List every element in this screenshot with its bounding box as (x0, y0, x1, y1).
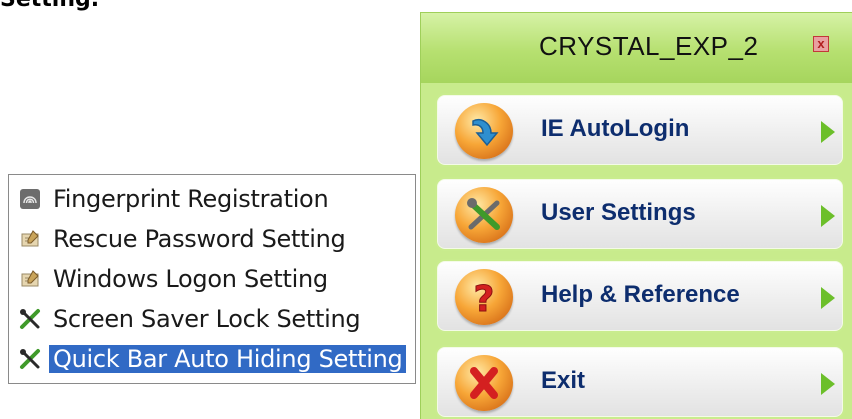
menu-item-rescue-password-setting[interactable]: Rescue Password Setting (11, 221, 411, 257)
download-arrow-icon (455, 103, 513, 159)
svg-text:?: ? (474, 279, 495, 320)
chevron-right-icon (821, 205, 835, 227)
chevron-right-icon (821, 373, 835, 395)
chevron-right-icon (821, 121, 835, 143)
menu-item-label: Screen Saver Lock Setting (53, 305, 361, 333)
close-icon: x (817, 36, 825, 51)
question-icon: ? (455, 269, 513, 325)
button-label: Help & Reference (541, 281, 740, 308)
context-menu: Fingerprint Registration Rescue Password… (8, 174, 416, 384)
ie-autologin-button[interactable]: IE AutoLogin (435, 93, 845, 167)
menu-item-windows-logon-setting[interactable]: Windows Logon Setting (11, 261, 411, 297)
chevron-right-icon (821, 287, 835, 309)
menu-item-label: Rescue Password Setting (53, 225, 346, 253)
tools-icon (455, 187, 513, 243)
close-button[interactable]: x (813, 36, 829, 52)
quick-panel: CRYSTAL_EXP_2 x IE AutoLogin User Settin… (420, 12, 852, 419)
menu-item-label: Fingerprint Registration (53, 185, 329, 213)
panel-title: CRYSTAL_EXP_2 (539, 31, 759, 61)
fingerprint-icon (17, 186, 43, 212)
user-settings-button[interactable]: User Settings (435, 177, 845, 251)
exit-button[interactable]: Exit (435, 345, 845, 419)
tools-icon (17, 306, 43, 332)
x-icon (455, 355, 513, 411)
pencil-note-icon (17, 266, 43, 292)
cut-off-heading: Setting. (0, 0, 99, 12)
button-label: User Settings (541, 199, 696, 226)
panel-header: CRYSTAL_EXP_2 x (421, 13, 852, 83)
help-reference-button[interactable]: ? Help & Reference (435, 259, 845, 333)
menu-item-screen-saver-lock-setting[interactable]: Screen Saver Lock Setting (11, 301, 411, 337)
menu-item-label: Quick Bar Auto Hiding Setting (49, 345, 407, 373)
button-label: Exit (541, 367, 586, 394)
tools-icon (17, 346, 43, 372)
button-label: IE AutoLogin (541, 115, 690, 142)
menu-item-quick-bar-auto-hiding-setting[interactable]: Quick Bar Auto Hiding Setting (11, 341, 411, 377)
menu-item-label: Windows Logon Setting (53, 265, 328, 293)
pencil-note-icon (17, 226, 43, 252)
menu-item-fingerprint-registration[interactable]: Fingerprint Registration (11, 181, 411, 217)
